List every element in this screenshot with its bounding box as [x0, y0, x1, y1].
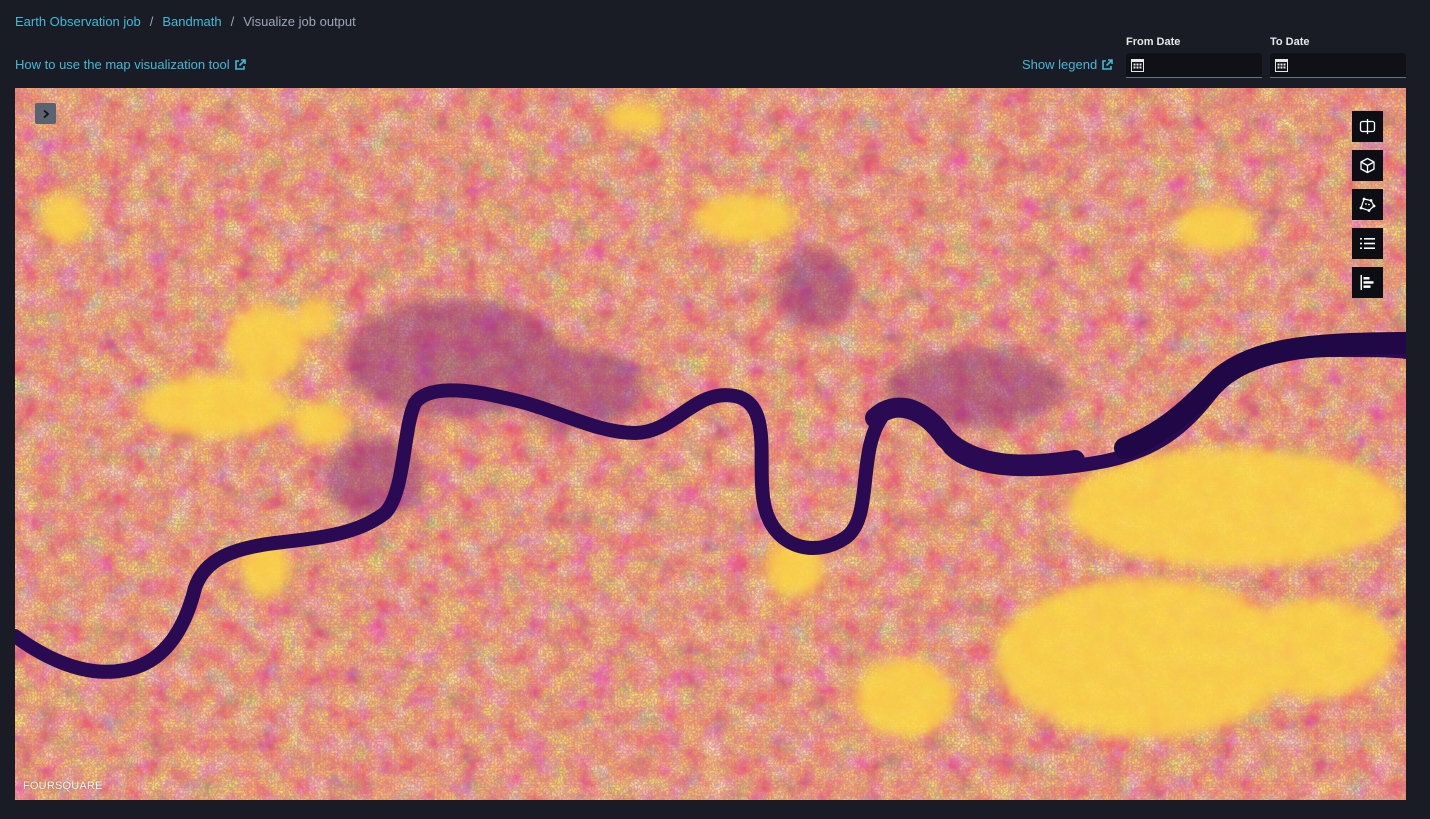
show-legend-label: Show legend	[1022, 57, 1098, 72]
to-date-input[interactable]	[1270, 53, 1406, 78]
breadcrumb-bandmath[interactable]: Bandmath	[162, 14, 221, 29]
expand-side-panel-button[interactable]	[35, 103, 56, 124]
legend-button[interactable]	[1352, 267, 1383, 298]
polygon-draw-icon	[1359, 197, 1376, 212]
help-link-label: How to use the map visualization tool	[15, 57, 230, 72]
layer-list-button[interactable]	[1352, 228, 1383, 259]
calendar-icon[interactable]	[1131, 58, 1144, 72]
breadcrumb-current-page: Visualize job output	[243, 14, 356, 29]
3d-view-button[interactable]	[1352, 150, 1383, 181]
show-legend-link[interactable]: Show legend	[1022, 57, 1113, 72]
from-date-input[interactable]	[1126, 53, 1262, 78]
breadcrumb-earth-observation-job[interactable]: Earth Observation job	[15, 14, 141, 29]
map-toolbar	[1352, 111, 1383, 298]
bar-legend-icon	[1360, 275, 1374, 290]
map-attribution: FOURSQUARE	[23, 780, 103, 792]
list-icon	[1360, 238, 1375, 249]
split-map-icon	[1359, 119, 1376, 134]
split-map-button[interactable]	[1352, 111, 1383, 142]
to-date-label: To Date	[1270, 36, 1310, 48]
breadcrumb-separator: /	[149, 14, 154, 29]
from-date-field: From Date	[1126, 36, 1262, 78]
chevron-right-icon	[42, 109, 49, 118]
raster-layer	[15, 88, 1406, 800]
calendar-icon[interactable]	[1275, 58, 1288, 72]
breadcrumb-separator: /	[230, 14, 235, 29]
to-date-field: To Date	[1270, 36, 1406, 78]
external-link-icon	[234, 58, 246, 70]
cube-icon	[1360, 157, 1375, 174]
breadcrumb: Earth Observation job / Bandmath / Visua…	[15, 14, 356, 29]
map-tool-help-link[interactable]: How to use the map visualization tool	[15, 57, 246, 72]
draw-polygon-button[interactable]	[1352, 189, 1383, 220]
from-date-label: From Date	[1126, 36, 1181, 48]
external-link-icon	[1102, 58, 1113, 70]
map-canvas[interactable]: FOURSQUARE	[15, 88, 1406, 800]
